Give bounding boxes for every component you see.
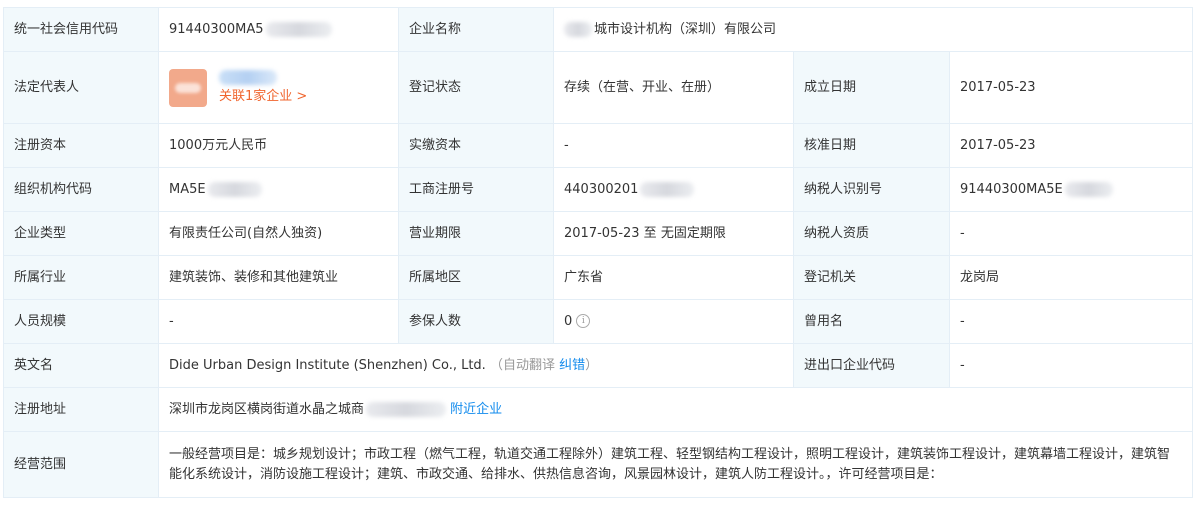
reg-authority-value: 龙岗局 (949, 255, 1193, 300)
credit-code-label: 统一社会信用代码 (3, 7, 159, 52)
biz-reg-no-label: 工商注册号 (398, 167, 554, 212)
redaction-mask (564, 21, 592, 37)
region-value: 广东省 (553, 255, 794, 300)
taxpayer-id-text: 91440300MA5E (960, 181, 1063, 197)
former-name-label: 曾用名 (793, 299, 950, 344)
address-label: 注册地址 (3, 387, 159, 432)
taxpayer-qual-value: - (949, 211, 1193, 256)
ie-code-value: - (949, 343, 1193, 388)
legal-rep-value: 关联1家企业 > (158, 51, 399, 124)
company-name-value: 城市设计机构（深圳）有限公司 (553, 7, 1193, 52)
approved-date-label: 核准日期 (793, 123, 950, 168)
reg-status-label: 登记状态 (398, 51, 554, 124)
table-row: 法定代表人 关联1家企业 > 登记状态 存续（在营、开业、在册） 成立日期 20… (3, 51, 1193, 124)
english-name-text: Dide Urban Design Institute (Shenzhen) C… (169, 357, 486, 373)
company-name-text: 城市设计机构（深圳）有限公司 (594, 21, 777, 37)
redaction-mask (207, 181, 262, 197)
table-row: 所属行业 建筑装饰、装修和其他建筑业 所属地区 广东省 登记机关 龙岗局 (3, 255, 1193, 300)
insured-value: 0i (553, 299, 794, 344)
biz-reg-no-value: 440300201 (553, 167, 794, 212)
scope-label: 经营范围 (3, 431, 159, 498)
company-name-label: 企业名称 (398, 7, 554, 52)
company-type-label: 企业类型 (3, 211, 159, 256)
staff-size-value: - (158, 299, 399, 344)
english-name-value: Dide Urban Design Institute (Shenzhen) C… (158, 343, 794, 388)
english-name-label: 英文名 (3, 343, 159, 388)
reg-status-value: 存续（在营、开业、在册） (553, 51, 794, 124)
biz-term-value: 2017-05-23 至 无固定期限 (553, 211, 794, 256)
taxpayer-id-label: 纳税人识别号 (793, 167, 950, 212)
close-paren: ） (585, 357, 599, 373)
company-type-value: 有限责任公司(自然人独资) (158, 211, 399, 256)
table-row: 人员规模 - 参保人数 0i 曾用名 - (3, 299, 1193, 344)
nearby-companies-link[interactable]: 附近企业 (450, 402, 502, 417)
table-row: 统一社会信用代码 91440300MA5 企业名称 城市设计机构（深圳）有限公司 (3, 7, 1193, 52)
legal-rep-name-mask[interactable] (219, 69, 277, 85)
table-row: 注册地址 深圳市龙岗区横岗街道水晶之城商 附近企业 (3, 387, 1193, 432)
credit-code-text: 91440300MA5 (169, 21, 264, 37)
industry-label: 所属行业 (3, 255, 159, 300)
taxpayer-id-value: 91440300MA5E (949, 167, 1193, 212)
biz-term-label: 营业期限 (398, 211, 554, 256)
correct-link[interactable]: 纠错 (559, 358, 585, 373)
founded-value: 2017-05-23 (949, 51, 1193, 124)
founded-label: 成立日期 (793, 51, 950, 124)
org-code-label: 组织机构代码 (3, 167, 159, 212)
paid-capital-value: - (553, 123, 794, 168)
redaction-mask (640, 181, 695, 197)
table-row: 组织机构代码 MA5E 工商注册号 440300201 纳税人识别号 91440… (3, 167, 1193, 212)
table-row: 英文名 Dide Urban Design Institute (Shenzhe… (3, 343, 1193, 388)
table-row: 注册资本 1000万元人民币 实缴资本 - 核准日期 2017-05-23 (3, 123, 1193, 168)
address-text: 深圳市龙岗区横岗街道水晶之城商 (169, 401, 365, 417)
ie-code-label: 进出口企业代码 (793, 343, 950, 388)
credit-code-value: 91440300MA5 (158, 7, 399, 52)
insured-count: 0 (564, 313, 573, 329)
staff-size-label: 人员规模 (3, 299, 159, 344)
info-circle-icon[interactable]: i (576, 314, 591, 328)
reg-authority-label: 登记机关 (793, 255, 950, 300)
company-info-table: 统一社会信用代码 91440300MA5 企业名称 城市设计机构（深圳）有限公司… (3, 7, 1193, 498)
former-name-value: - (949, 299, 1193, 344)
related-companies-link[interactable]: 关联1家企业 > (219, 87, 307, 107)
table-row: 企业类型 有限责任公司(自然人独资) 营业期限 2017-05-23 至 无固定… (3, 211, 1193, 256)
table-row: 经营范围 一般经营项目是：城乡规划设计；市政工程（燃气工程，轨道交通工程除外）建… (3, 431, 1193, 498)
taxpayer-qual-label: 纳税人资质 (793, 211, 950, 256)
paid-capital-label: 实缴资本 (398, 123, 554, 168)
reg-capital-value: 1000万元人民币 (158, 123, 399, 168)
reg-capital-label: 注册资本 (3, 123, 159, 168)
scope-value: 一般经营项目是：城乡规划设计；市政工程（燃气工程，轨道交通工程除外）建筑工程、轻… (158, 431, 1193, 498)
insured-label: 参保人数 (398, 299, 554, 344)
redaction-mask (1064, 181, 1113, 197)
avatar[interactable] (169, 68, 207, 107)
address-value: 深圳市龙岗区横岗街道水晶之城商 附近企业 (158, 387, 1193, 432)
industry-value: 建筑装饰、装修和其他建筑业 (158, 255, 399, 300)
redaction-mask (265, 21, 332, 37)
redaction-mask (366, 401, 447, 417)
region-label: 所属地区 (398, 255, 554, 300)
org-code-value: MA5E (158, 167, 399, 212)
org-code-text: MA5E (169, 181, 206, 197)
biz-reg-no-text: 440300201 (564, 181, 639, 197)
legal-rep-label: 法定代表人 (3, 51, 159, 124)
auto-translate-note: （自动翻译 (489, 357, 555, 373)
approved-date-value: 2017-05-23 (949, 123, 1193, 168)
